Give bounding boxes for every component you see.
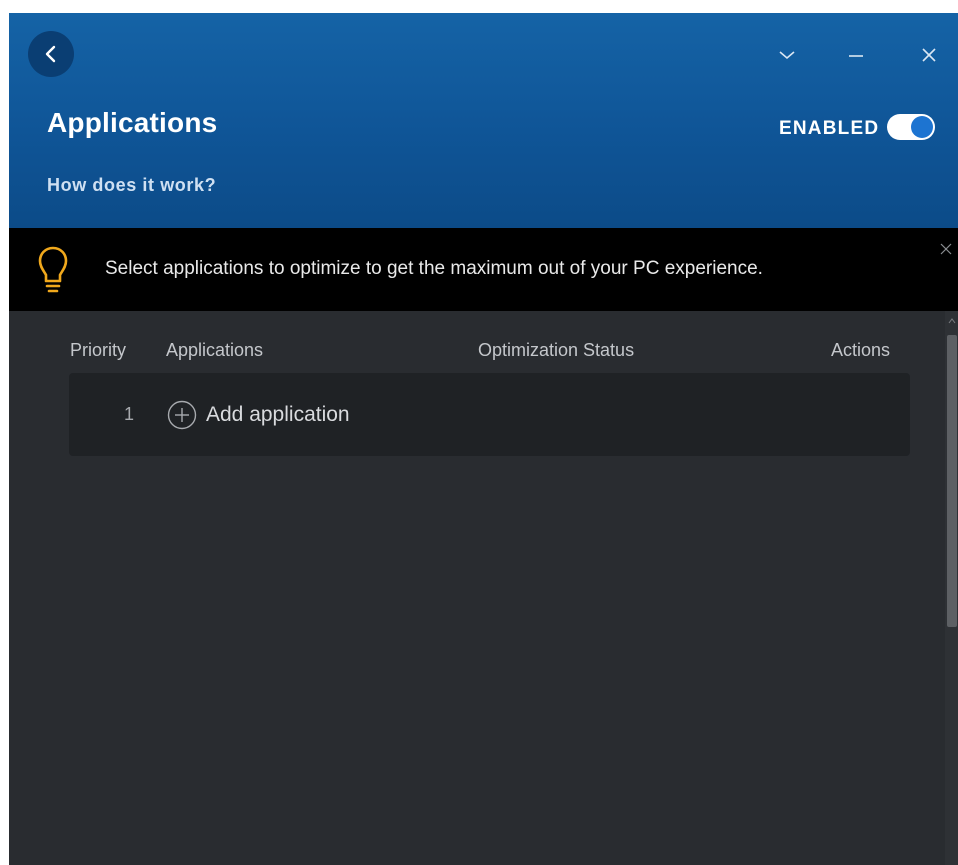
app-window: Applications How does it work? ENABLED S… — [9, 13, 958, 865]
minimize-icon[interactable] — [844, 43, 868, 67]
chevron-left-icon — [45, 45, 56, 63]
column-header-applications: Applications — [166, 340, 264, 360]
banner-close-icon[interactable] — [939, 242, 953, 256]
page-title: Applications — [47, 107, 218, 138]
enabled-toggle[interactable] — [887, 114, 935, 140]
toggle-label: ENABLED — [779, 118, 880, 139]
chevron-down-icon[interactable] — [775, 43, 799, 67]
column-header-actions: Actions — [831, 340, 891, 360]
how-does-it-work-link[interactable]: How does it work? — [47, 175, 216, 196]
add-application-label: Add application — [206, 403, 350, 426]
lightbulb-icon — [38, 246, 68, 293]
plus-circle-icon — [167, 400, 197, 430]
row-priority: 1 — [124, 404, 135, 424]
table-row: 1 Add application — [69, 373, 910, 456]
add-application-button[interactable]: Add application — [167, 400, 350, 430]
vertical-scrollbar[interactable] — [945, 311, 958, 865]
scrollbar-thumb[interactable] — [947, 335, 957, 627]
back-button[interactable] — [28, 31, 74, 77]
close-icon[interactable] — [917, 43, 941, 67]
column-header-optimization-status: Optimization Status — [478, 340, 635, 360]
tip-message: Select applications to optimize to get t… — [105, 258, 763, 279]
scroll-up-icon[interactable] — [948, 317, 956, 325]
toggle-knob — [911, 116, 933, 138]
header: Applications How does it work? ENABLED — [9, 13, 958, 228]
column-header-priority: Priority — [70, 340, 127, 360]
tip-banner: Select applications to optimize to get t… — [9, 228, 958, 311]
